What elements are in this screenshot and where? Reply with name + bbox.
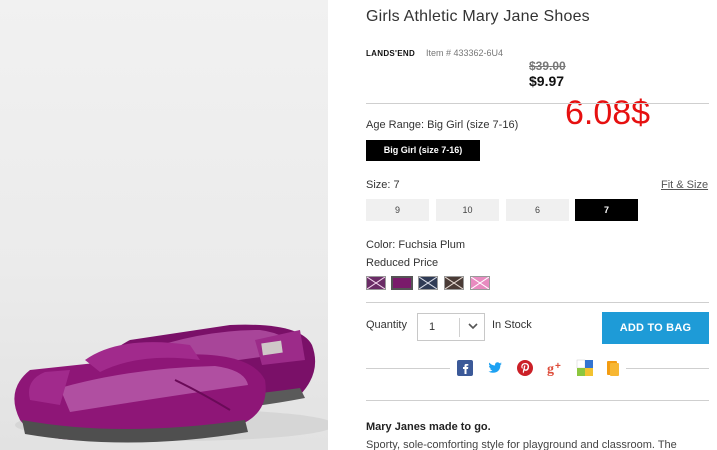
description-title: Mary Janes made to go. <box>366 421 491 433</box>
product-title: Girls Athletic Mary Jane Shoes <box>366 8 590 25</box>
brand-logo: LANDS'END <box>366 49 416 58</box>
original-price: $39.00 <box>529 59 566 73</box>
size-option-9[interactable]: 9 <box>366 199 429 221</box>
shoe-illustration <box>14 324 328 443</box>
svg-text:+: + <box>555 361 561 372</box>
pinterest-icon[interactable] <box>516 359 534 377</box>
price-annotation: 6.08$ <box>565 94 651 132</box>
quantity-value: 1 <box>429 321 436 333</box>
twitter-icon[interactable] <box>486 359 504 377</box>
divider <box>626 368 709 369</box>
bookmark-icon[interactable] <box>604 359 622 377</box>
reduced-price-label: Reduced Price <box>366 257 439 269</box>
select-divider <box>459 318 460 337</box>
divider <box>366 302 709 303</box>
divider <box>366 368 450 369</box>
stock-status: In Stock <box>492 319 532 331</box>
color-swatch-3[interactable] <box>418 276 438 290</box>
googleplus-icon[interactable]: g + <box>546 359 564 377</box>
age-range-button[interactable]: Big Girl (size 7-16) <box>366 140 480 161</box>
size-option-7[interactable]: 7 <box>575 199 638 221</box>
size-option-10[interactable]: 10 <box>436 199 499 221</box>
item-number: Item # 433362-6U4 <box>426 48 504 58</box>
color-swatch-1[interactable] <box>366 276 386 290</box>
divider <box>366 400 709 401</box>
delicious-icon[interactable] <box>576 359 594 377</box>
color-label: Color: Fuchsia Plum <box>366 239 466 251</box>
color-swatch-2[interactable] <box>391 276 413 290</box>
fit-size-link[interactable]: Fit & Size <box>661 179 708 191</box>
color-swatch-5[interactable] <box>470 276 490 290</box>
facebook-icon[interactable] <box>456 359 474 377</box>
size-option-6[interactable]: 6 <box>506 199 569 221</box>
age-range-label: Age Range: Big Girl (size 7-16) <box>366 119 519 131</box>
size-label: Size: 7 <box>366 179 400 191</box>
color-swatch-4[interactable] <box>444 276 464 290</box>
add-to-bag-button[interactable]: ADD TO BAG <box>602 312 709 344</box>
sale-price: $9.97 <box>529 73 565 89</box>
product-image <box>0 0 328 450</box>
quantity-label: Quantity <box>366 319 407 331</box>
divider <box>366 103 709 104</box>
description-text: Sporty, sole-comforting style for playgr… <box>366 439 677 450</box>
svg-text:g: g <box>547 362 554 377</box>
chevron-down-icon <box>468 323 478 330</box>
quantity-select[interactable]: 1 <box>417 313 485 341</box>
